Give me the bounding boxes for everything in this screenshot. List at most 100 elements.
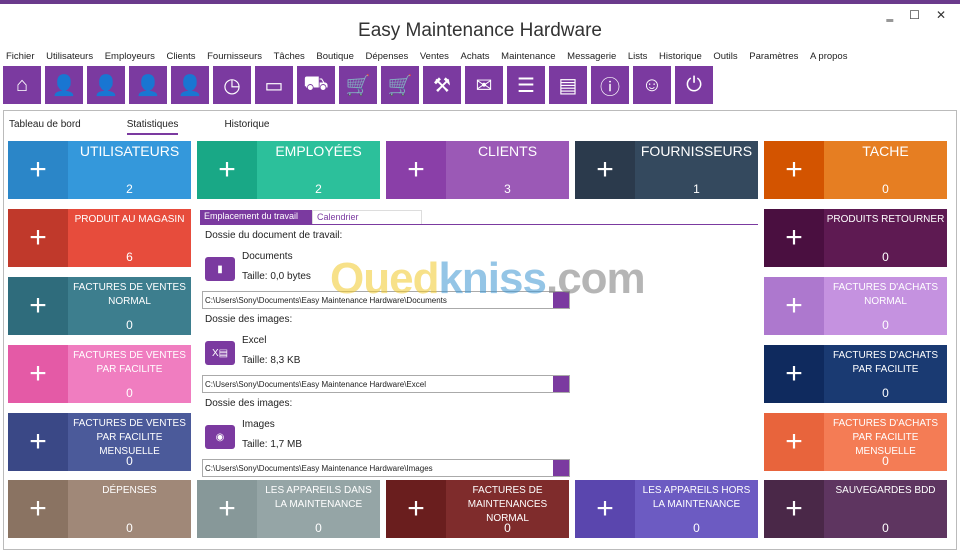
toolbar-button[interactable]: ⚒ [423, 66, 461, 104]
tile-body: UTILISATEURS 2 [68, 141, 191, 199]
plus-icon[interactable]: + [386, 480, 446, 538]
plus-icon[interactable]: + [764, 345, 824, 403]
tile-factures-d'achats-normal[interactable]: + FACTURES D'ACHATS NORMAL 0 [764, 277, 947, 335]
menu-item[interactable]: Achats [461, 51, 490, 62]
menu-item[interactable]: Messagerie [567, 51, 616, 62]
tile-label: FACTURES D'ACHATS NORMAL [832, 282, 939, 307]
tile-count: 0 [126, 318, 133, 332]
plus-icon[interactable]: + [197, 141, 257, 199]
menu-item[interactable]: Clients [166, 51, 195, 62]
toolbar-button[interactable]: ⏻ [675, 66, 713, 104]
tile-factures-d'achats-par-facilite[interactable]: + FACTURES D'ACHATS PAR FACILITE 0 [764, 345, 947, 403]
tile-produits-retourner[interactable]: + PRODUITS RETOURNER 0 [764, 209, 947, 267]
toolbar-button[interactable]: ⛟ [297, 66, 335, 104]
menu-item[interactable]: Fournisseurs [207, 51, 262, 62]
menu-item[interactable]: Employeurs [105, 51, 155, 62]
menu-item[interactable]: Dépenses [365, 51, 408, 62]
toolbar-button[interactable]: ☺ [633, 66, 671, 104]
plus-icon[interactable]: + [8, 480, 68, 538]
tile-count: 0 [693, 521, 700, 535]
tab-calendrier[interactable]: Calendrier [312, 210, 422, 224]
menu-item[interactable]: Maintenance [501, 51, 555, 62]
browse-button[interactable] [553, 376, 569, 392]
toolbar-button[interactable]: ⌂ [3, 66, 41, 104]
menu-item[interactable]: Utilisateurs [46, 51, 93, 62]
tile-label: FACTURES DE VENTES PAR FACILITE MENSUELL… [73, 418, 186, 457]
tile-label: SAUVEGARDES BDD [835, 485, 936, 496]
toolbar-button[interactable]: ◷ [213, 66, 251, 104]
tile-utilisateurs[interactable]: + UTILISATEURS 2 [8, 141, 191, 199]
plus-icon[interactable]: + [575, 480, 635, 538]
menu-item[interactable]: Historique [659, 51, 702, 62]
menu-item[interactable]: Tâches [274, 51, 305, 62]
menu-item[interactable]: Paramètres [749, 51, 798, 62]
tile-fournisseurs[interactable]: + FOURNISSEURS 1 [575, 141, 758, 199]
tab-tableau-de-bord[interactable]: Tableau de bord [9, 119, 81, 135]
maximize-button[interactable]: ☐ [909, 8, 920, 22]
tile-factures-de-maintenances-normal[interactable]: + FACTURES DE MAINTENANCES NORMAL 0 [386, 480, 569, 538]
plus-icon[interactable]: + [764, 480, 824, 538]
plus-icon[interactable]: + [8, 345, 68, 403]
toolbar-button[interactable]: 👤 [129, 66, 167, 104]
folder-size: Taille: 0,0 bytes [242, 271, 311, 282]
tile-les-appareils-hors-la-maintenance[interactable]: + LES APPAREILS HORS LA MAINTENANCE 0 [575, 480, 758, 538]
tab-historique[interactable]: Historique [224, 119, 269, 135]
plus-icon[interactable]: + [386, 141, 446, 199]
menu-item[interactable]: A propos [810, 51, 848, 62]
tile-body: FACTURES DE VENTES PAR FACILITE MENSUELL… [68, 413, 191, 471]
tile-body: CLIENTS 3 [446, 141, 569, 199]
toolbar-button[interactable]: 👤 [45, 66, 83, 104]
tile-clients[interactable]: + CLIENTS 3 [386, 141, 569, 199]
browse-button[interactable] [553, 460, 569, 476]
tile-tache[interactable]: + TACHE 0 [764, 141, 947, 199]
minimize-button[interactable]: ‗ [887, 8, 894, 22]
close-button[interactable]: ✕ [936, 8, 946, 22]
folder-info: X▤ Excel Taille: 8,3 KB [205, 331, 758, 371]
tile-label: FOURNISSEURS [640, 143, 753, 159]
plus-icon[interactable]: + [8, 277, 68, 335]
tile-dépenses[interactable]: + DÉPENSES 0 [8, 480, 191, 538]
tile-produit-au-magasin[interactable]: + PRODUIT AU MAGASIN 6 [8, 209, 191, 267]
tile-factures-de-ventes-par-facilite-mensuelle[interactable]: + FACTURES DE VENTES PAR FACILITE MENSUEL… [8, 413, 191, 471]
delivery-icon: ⛟ [303, 72, 329, 95]
watermark: Ouedkniss.com [330, 254, 646, 303]
tile-body: PRODUIT AU MAGASIN 6 [68, 209, 191, 267]
tile-body: FOURNISSEURS 1 [635, 141, 758, 199]
toolbar-button[interactable]: ✉ [465, 66, 503, 104]
tile-employées[interactable]: + EMPLOYÉES 2 [197, 141, 380, 199]
toolbar-button[interactable]: ▤ [549, 66, 587, 104]
tile-sauvegardes-bdd[interactable]: + SAUVEGARDES BDD 0 [764, 480, 947, 538]
toolbar-button[interactable]: ☰ [507, 66, 545, 104]
tile-body: FACTURES DE VENTES NORMAL 0 [68, 277, 191, 335]
tile-factures-d'achats-par-facilite-mensuelle[interactable]: + FACTURES D'ACHATS PAR FACILITE MENSUELL… [764, 413, 947, 471]
plus-icon[interactable]: + [197, 480, 257, 538]
tab-emplacement[interactable]: Emplacement du travail [200, 210, 312, 224]
tile-factures-de-ventes-normal[interactable]: + FACTURES DE VENTES NORMAL 0 [8, 277, 191, 335]
plus-icon[interactable]: + [8, 209, 68, 267]
menu-item[interactable]: Lists [628, 51, 648, 62]
tile-label: FACTURES DE VENTES PAR FACILITE [73, 350, 186, 375]
toolbar-button[interactable]: 🛒 [339, 66, 377, 104]
tile-label: UTILISATEURS [79, 143, 180, 159]
plus-icon[interactable]: + [8, 413, 68, 471]
toolbar-button[interactable]: ⓘ [591, 66, 629, 104]
folder-path-input[interactable]: C:\Users\Sony\Documents\Easy Maintenance… [202, 459, 570, 477]
plus-icon[interactable]: + [575, 141, 635, 199]
menu-item[interactable]: Boutique [316, 51, 354, 62]
plus-icon[interactable]: + [764, 413, 824, 471]
plus-icon[interactable]: + [764, 209, 824, 267]
menu-item[interactable]: Fichier [6, 51, 35, 62]
plus-icon[interactable]: + [764, 141, 824, 199]
toolbar-button[interactable]: ▭ [255, 66, 293, 104]
toolbar-button[interactable]: 👤 [171, 66, 209, 104]
tile-factures-de-ventes-par-facilite[interactable]: + FACTURES DE VENTES PAR FACILITE 0 [8, 345, 191, 403]
tab-statistiques[interactable]: Statistiques [126, 119, 179, 135]
menu-item[interactable]: Ventes [420, 51, 449, 62]
folder-path-input[interactable]: C:\Users\Sony\Documents\Easy Maintenance… [202, 375, 570, 393]
tile-les-appareils-dans-la-maintenance[interactable]: + LES APPAREILS DANS LA MAINTENANCE 0 [197, 480, 380, 538]
plus-icon[interactable]: + [8, 141, 68, 199]
plus-icon[interactable]: + [764, 277, 824, 335]
toolbar-button[interactable]: 👤 [87, 66, 125, 104]
toolbar-button[interactable]: 🛒 [381, 66, 419, 104]
menu-item[interactable]: Outils [713, 51, 737, 62]
